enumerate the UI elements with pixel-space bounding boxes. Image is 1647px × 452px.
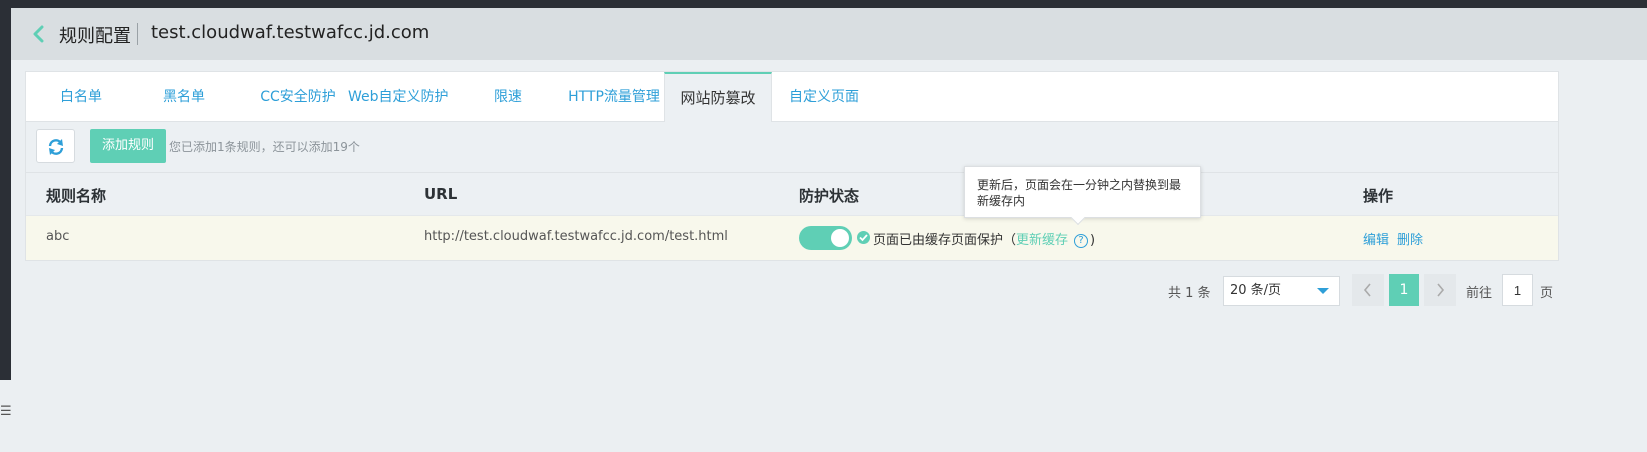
- tab-rate-limit[interactable]: 限速: [468, 72, 548, 122]
- column-url: URL: [424, 185, 458, 203]
- chevron-left-icon[interactable]: [31, 25, 47, 43]
- main-frame: 规则配置 test.cloudwaf.testwafcc.jd.com 白名单 …: [11, 8, 1647, 452]
- page-title: 规则配置: [59, 26, 131, 47]
- chevron-right-icon: [1437, 283, 1445, 297]
- goto-page-input[interactable]: [1502, 274, 1533, 306]
- rule-url-cell: http://test.cloudwaf.testwafcc.jd.com/te…: [424, 229, 728, 244]
- tab-whitelist[interactable]: 白名单: [41, 72, 121, 122]
- update-cache-tooltip: 更新后，页面会在一分钟之内替换到最新缓存内: [964, 166, 1201, 226]
- column-rule-name: 规则名称: [46, 187, 107, 205]
- check-circle-icon: [857, 231, 870, 244]
- status-close: ): [1090, 233, 1096, 248]
- refresh-button[interactable]: [36, 129, 75, 163]
- toolbar: 添加规则 您已添加1条规则，还可以添加19个: [26, 122, 1558, 172]
- rule-name-cell: abc: [46, 229, 70, 244]
- tab-custom-page[interactable]: 自定义页面: [783, 72, 865, 122]
- column-actions: 操作: [1363, 187, 1394, 205]
- table-row: abc http://test.cloudwaf.testwafcc.jd.co…: [26, 216, 1558, 260]
- column-protection-status: 防护状态: [799, 187, 860, 205]
- delete-link[interactable]: 删除: [1397, 229, 1423, 248]
- page-number-current[interactable]: 1: [1389, 274, 1419, 306]
- update-cache-link[interactable]: 更新缓存: [1016, 233, 1068, 248]
- question-circle-icon[interactable]: ?: [1074, 233, 1089, 248]
- next-page-button[interactable]: [1424, 274, 1456, 306]
- tab-cc-protection[interactable]: CC安全防护: [248, 72, 348, 122]
- page-header: 规则配置 test.cloudwaf.testwafcc.jd.com: [11, 8, 1647, 60]
- tab-anti-tamper[interactable]: 网站防篡改: [664, 72, 772, 123]
- menu-icon[interactable]: ☰: [0, 404, 12, 419]
- protection-toggle[interactable]: [799, 226, 852, 250]
- toggle-knob: [831, 229, 849, 247]
- domain-name: test.cloudwaf.testwafcc.jd.com: [151, 22, 430, 43]
- caret-down-icon: [1317, 288, 1329, 294]
- rules-panel: 白名单 黑名单 CC安全防护 Web自定义防护 限速 HTTP流量管理 网站防篡…: [25, 71, 1559, 261]
- page-size-value: 20 条/页: [1230, 283, 1282, 298]
- page-suffix-label: 页: [1540, 286, 1554, 301]
- prev-page-button[interactable]: [1352, 274, 1384, 306]
- tab-blacklist[interactable]: 黑名单: [144, 72, 224, 122]
- chevron-left-icon: [1363, 283, 1371, 297]
- tab-web-custom-protection[interactable]: Web自定义防护: [348, 72, 449, 122]
- status-label: 页面已由缓存页面保护（: [873, 233, 1017, 248]
- edit-link[interactable]: 编辑: [1363, 229, 1389, 248]
- tooltip-text: 更新后，页面会在一分钟之内替换到最新缓存内: [977, 178, 1182, 208]
- add-rule-button[interactable]: 添加规则: [90, 129, 166, 163]
- rule-quota-hint: 您已添加1条规则，还可以添加19个: [169, 140, 360, 154]
- protection-status-text: 页面已由缓存页面保护（更新缓存?): [873, 229, 1095, 248]
- table-header: 规则名称 URL 防护状态 操作: [26, 172, 1558, 216]
- tab-bar: 白名单 黑名单 CC安全防护 Web自定义防护 限速 HTTP流量管理 网站防篡…: [26, 72, 1558, 123]
- header-divider: [137, 23, 138, 45]
- pagination-total: 共 1 条: [1168, 286, 1211, 301]
- tab-http-traffic[interactable]: HTTP流量管理: [567, 72, 661, 122]
- page-size-select[interactable]: 20 条/页: [1223, 276, 1340, 306]
- goto-label: 前往: [1466, 286, 1493, 301]
- refresh-icon: [48, 139, 64, 155]
